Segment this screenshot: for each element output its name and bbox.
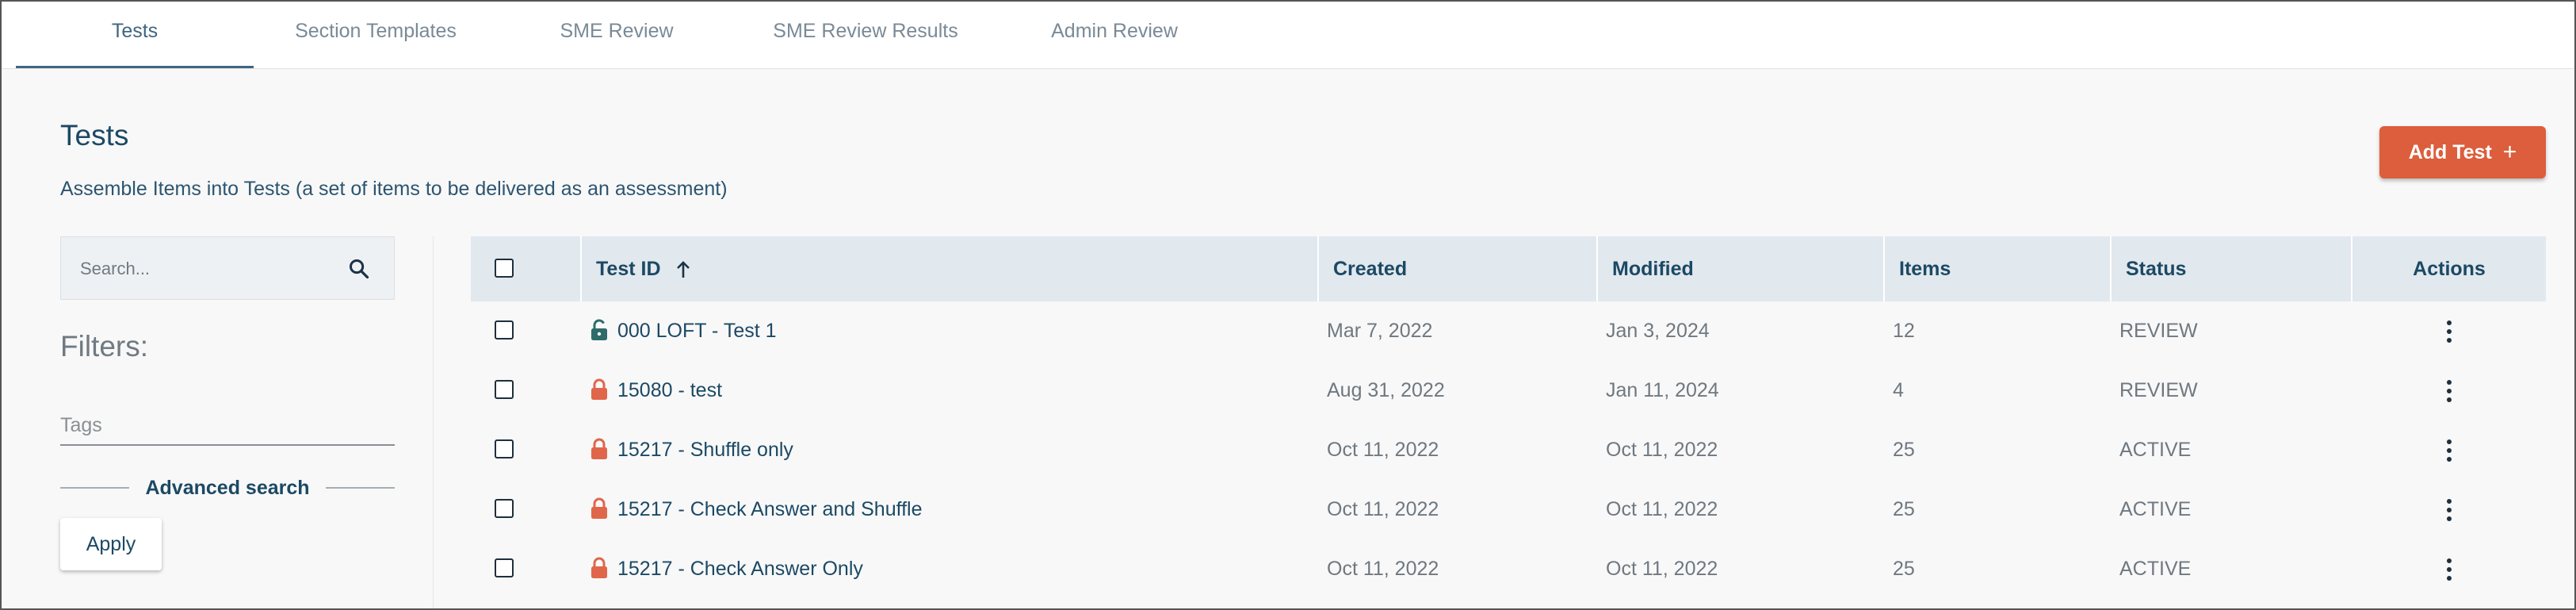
row-checkbox[interactable] bbox=[495, 380, 514, 399]
column-header-test-id[interactable]: Test ID bbox=[596, 236, 691, 301]
tab-section-templates[interactable]: Section Templates bbox=[254, 2, 498, 68]
column-label: Test ID bbox=[596, 258, 661, 280]
row-checkbox[interactable] bbox=[495, 558, 514, 577]
created-cell: Oct 11, 2022 bbox=[1327, 558, 1439, 580]
tab-sme-review[interactable]: SME Review bbox=[518, 2, 715, 68]
lock-closed-icon bbox=[591, 438, 607, 459]
table-row[interactable]: 15080 - test Aug 31, 2022 Jan 11, 2024 4… bbox=[471, 361, 2546, 420]
divider-line bbox=[60, 487, 130, 489]
status-cell: ACTIVE bbox=[2119, 439, 2192, 461]
items-cell: 12 bbox=[1893, 320, 1915, 342]
more-vertical-icon[interactable] bbox=[2437, 316, 2461, 347]
page-title: Tests bbox=[60, 119, 129, 152]
filters-heading: Filters: bbox=[60, 330, 148, 363]
more-vertical-icon[interactable] bbox=[2437, 494, 2461, 526]
table-header: Test ID Created Modified Items Status Ac… bbox=[471, 236, 2546, 301]
app-frame: Tests Section Templates SME Review SME R… bbox=[0, 0, 2576, 610]
status-cell: REVIEW bbox=[2119, 379, 2198, 401]
test-id-cell[interactable]: 15217 - Check Answer and Shuffle bbox=[617, 480, 923, 539]
tab-label: Admin Review bbox=[1051, 20, 1178, 42]
active-tab-indicator bbox=[16, 66, 254, 68]
apply-button[interactable]: Apply bbox=[60, 518, 162, 570]
table-row[interactable]: 15217 - Shuffle only Oct 11, 2022 Oct 11… bbox=[471, 420, 2546, 480]
test-id-cell[interactable]: 15217 - Check Answer Only bbox=[617, 539, 863, 599]
column-separator bbox=[1883, 236, 1885, 301]
items-cell: 25 bbox=[1893, 558, 1915, 580]
lock-closed-icon bbox=[591, 378, 607, 400]
lock-closed-icon bbox=[591, 497, 607, 519]
test-id-cell[interactable]: 15217 - Shuffle only bbox=[617, 420, 793, 480]
tab-admin-review[interactable]: Admin Review bbox=[1015, 2, 1214, 68]
table-row[interactable]: 15217 - Check Answer Only Oct 11, 2022 O… bbox=[471, 539, 2546, 599]
table-row[interactable]: 000 LOFT - Test 1 Mar 7, 2022 Jan 3, 202… bbox=[471, 301, 2546, 361]
modified-cell: Oct 11, 2022 bbox=[1606, 558, 1718, 580]
test-id-cell[interactable]: 15080 - test bbox=[617, 361, 722, 420]
advanced-search-toggle[interactable]: Advanced search bbox=[60, 474, 396, 501]
column-header-items[interactable]: Items bbox=[1899, 236, 1951, 301]
tab-label: SME Review Results bbox=[773, 20, 958, 42]
column-separator bbox=[580, 236, 582, 301]
lock-closed-icon bbox=[591, 557, 607, 578]
status-cell: REVIEW bbox=[2119, 320, 2198, 342]
tests-table: Test ID Created Modified Items Status Ac… bbox=[471, 236, 2546, 599]
page-description: Assemble Items into Tests (a set of item… bbox=[60, 178, 728, 200]
panel-divider bbox=[433, 236, 434, 608]
modified-cell: Oct 11, 2022 bbox=[1606, 439, 1718, 461]
column-header-status[interactable]: Status bbox=[2126, 236, 2186, 301]
more-vertical-icon[interactable] bbox=[2437, 554, 2461, 585]
created-cell: Oct 11, 2022 bbox=[1327, 498, 1439, 520]
tags-field bbox=[60, 408, 395, 446]
tab-label: Section Templates bbox=[295, 20, 457, 42]
items-cell: 25 bbox=[1893, 498, 1915, 520]
row-checkbox[interactable] bbox=[495, 439, 514, 458]
search-box bbox=[60, 236, 395, 301]
select-all-checkbox[interactable] bbox=[495, 259, 514, 278]
column-separator bbox=[2110, 236, 2112, 301]
plus-icon: + bbox=[2502, 139, 2517, 165]
more-vertical-icon[interactable] bbox=[2437, 435, 2461, 466]
tab-label: Tests bbox=[111, 20, 159, 42]
created-cell: Oct 11, 2022 bbox=[1327, 439, 1439, 461]
tab-tests[interactable]: Tests bbox=[16, 2, 254, 68]
tags-input[interactable] bbox=[60, 408, 395, 443]
lock-open-icon bbox=[591, 319, 607, 340]
search-input[interactable] bbox=[78, 237, 335, 301]
tab-label: SME Review bbox=[560, 20, 674, 42]
advanced-search-label: Advanced search bbox=[145, 476, 310, 499]
column-header-created[interactable]: Created bbox=[1333, 236, 1407, 301]
tab-bar: Tests Section Templates SME Review SME R… bbox=[2, 2, 2574, 69]
items-cell: 25 bbox=[1893, 439, 1915, 461]
row-checkbox[interactable] bbox=[495, 499, 514, 518]
column-separator bbox=[1596, 236, 1598, 301]
status-cell: ACTIVE bbox=[2119, 498, 2192, 520]
add-test-button[interactable]: Add Test + bbox=[2379, 126, 2546, 178]
tab-sme-review-results[interactable]: SME Review Results bbox=[743, 2, 988, 68]
items-cell: 4 bbox=[1893, 379, 1904, 401]
modified-cell: Jan 3, 2024 bbox=[1606, 320, 1710, 342]
column-header-actions: Actions bbox=[2413, 258, 2486, 280]
column-separator bbox=[1317, 236, 1319, 301]
modified-cell: Oct 11, 2022 bbox=[1606, 498, 1718, 520]
search-icon[interactable] bbox=[348, 258, 370, 280]
modified-cell: Jan 11, 2024 bbox=[1606, 379, 1719, 401]
created-cell: Aug 31, 2022 bbox=[1327, 379, 1445, 401]
add-test-label: Add Test bbox=[2408, 140, 2492, 163]
table-row[interactable]: 15217 - Check Answer and Shuffle Oct 11,… bbox=[471, 480, 2546, 539]
column-header-modified[interactable]: Modified bbox=[1612, 236, 1694, 301]
divider-line bbox=[325, 487, 396, 489]
status-cell: ACTIVE bbox=[2119, 558, 2192, 580]
arrow-up-icon bbox=[677, 261, 690, 278]
created-cell: Mar 7, 2022 bbox=[1327, 320, 1433, 342]
more-vertical-icon[interactable] bbox=[2437, 375, 2461, 407]
row-checkbox[interactable] bbox=[495, 320, 514, 340]
test-id-cell[interactable]: 000 LOFT - Test 1 bbox=[617, 301, 777, 361]
